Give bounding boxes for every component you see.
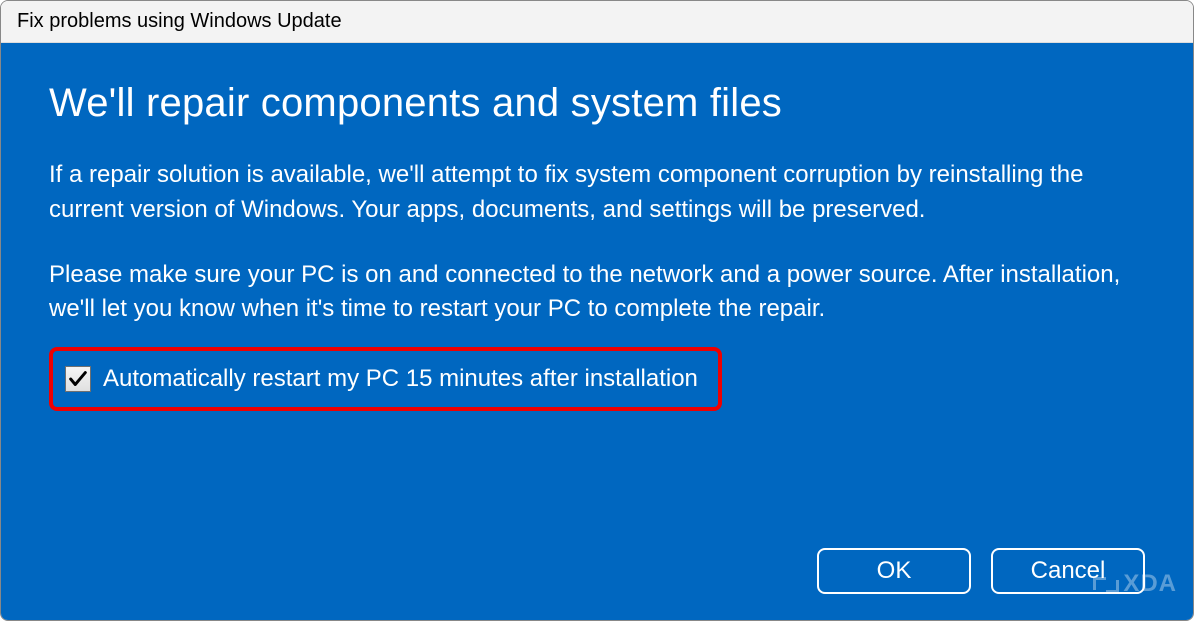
dialog-window: Fix problems using Windows Update We'll … — [0, 0, 1194, 621]
titlebar[interactable]: Fix problems using Windows Update — [1, 1, 1193, 43]
checkmark-icon — [67, 368, 89, 390]
ok-button[interactable]: OK — [817, 548, 971, 594]
description-text: If a repair solution is available, we'll… — [49, 158, 1145, 228]
dialog-content: We'll repair components and system files… — [1, 43, 1193, 620]
cancel-button[interactable]: Cancel — [991, 548, 1145, 594]
highlight-box: Automatically restart my PC 15 minutes a… — [49, 347, 722, 411]
auto-restart-label: Automatically restart my PC 15 minutes a… — [103, 365, 698, 393]
note-text: Please make sure your PC is on and conne… — [49, 258, 1145, 328]
button-row: OK Cancel — [817, 548, 1145, 594]
page-heading: We'll repair components and system files — [49, 81, 1145, 126]
auto-restart-checkbox[interactable] — [65, 366, 91, 392]
window-title: Fix problems using Windows Update — [17, 10, 342, 32]
